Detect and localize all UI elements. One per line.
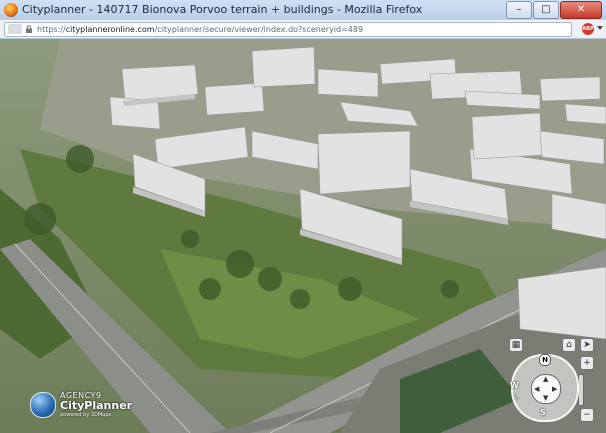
layers-icon[interactable]: ▦	[509, 338, 523, 352]
address-bar[interactable]: https://cityplanneronline.com/cityplanne…	[4, 22, 572, 37]
url-text: https://cityplanneronline.com/cityplanne…	[37, 25, 364, 34]
maximize-button[interactable]: □	[533, 1, 559, 19]
window-title: Cityplanner - 140717 Bionova Porvoo terr…	[22, 3, 423, 16]
site-identity-button[interactable]	[8, 24, 22, 34]
browser-window: Cityplanner - 140717 Bionova Porvoo terr…	[0, 0, 606, 433]
brand-text: AGENCY9 CityPlanner powered by 3DMaps	[60, 391, 132, 418]
zoom-out-button[interactable]: −	[580, 408, 594, 422]
window-controls: – □ ✕	[505, 1, 602, 19]
pan-right-icon[interactable]: ▶	[552, 385, 557, 393]
cityplanner-branding: AGENCY9 CityPlanner powered by 3DMaps	[30, 391, 132, 418]
north-button[interactable]: N	[539, 354, 551, 366]
close-button[interactable]: ✕	[560, 1, 602, 19]
navigation-bar: https://cityplanneronline.com/cityplanne…	[0, 20, 606, 39]
minimize-button[interactable]: –	[506, 1, 532, 19]
cursor-icon[interactable]: ➤	[580, 338, 594, 352]
zoom-in-button[interactable]: +	[580, 356, 594, 370]
compass-icon[interactable]: N W S ▲ ◀ ▶ ▼	[510, 354, 579, 422]
pan-pad[interactable]: ▲ ◀ ▶ ▼	[531, 374, 561, 404]
firefox-icon	[4, 3, 18, 17]
globe-logo-icon	[30, 391, 56, 418]
pan-left-icon[interactable]: ◀	[534, 385, 539, 393]
pan-down-icon[interactable]: ▼	[543, 394, 548, 402]
pan-up-icon[interactable]: ▲	[543, 375, 548, 383]
west-label: W	[510, 381, 519, 390]
chevron-down-icon[interactable]	[597, 26, 603, 30]
lock-icon	[26, 25, 32, 33]
map-3d-viewport[interactable]: AGENCY9 CityPlanner powered by 3DMaps ▦ …	[0, 39, 606, 433]
south-label: S	[540, 408, 546, 417]
product-label: CityPlanner	[60, 399, 133, 412]
title-bar: Cityplanner - 140717 Bionova Porvoo terr…	[0, 0, 606, 21]
powered-by-label: powered by 3DMaps	[60, 412, 112, 418]
adblock-icon[interactable]: ABP	[582, 23, 594, 35]
terrain-icon[interactable]: ⌂	[562, 338, 576, 352]
